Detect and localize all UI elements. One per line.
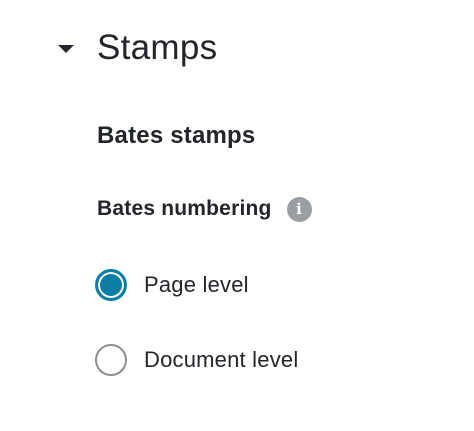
radio-option-page-level[interactable]: Page level	[95, 269, 249, 301]
stamps-section-toggle[interactable]: Stamps	[58, 26, 217, 70]
section-title: Stamps	[97, 28, 218, 67]
bates-numbering-label-row: Bates numbering i	[97, 194, 312, 224]
stamps-panel: Stamps Bates stamps Bates numbering i Pa…	[0, 0, 474, 431]
info-icon[interactable]: i	[286, 196, 312, 222]
radio-option-document-level[interactable]: Document level	[95, 344, 298, 376]
radio-label-page-level: Page level	[144, 272, 249, 297]
bates-stamps-heading: Bates stamps	[97, 122, 256, 149]
radio-label-document-level: Document level	[144, 347, 299, 372]
radio-button-document-level[interactable]	[95, 344, 127, 376]
caret-down-icon	[58, 45, 74, 53]
bates-numbering-label: Bates numbering	[97, 197, 272, 220]
radio-button-page-level[interactable]	[95, 269, 127, 301]
